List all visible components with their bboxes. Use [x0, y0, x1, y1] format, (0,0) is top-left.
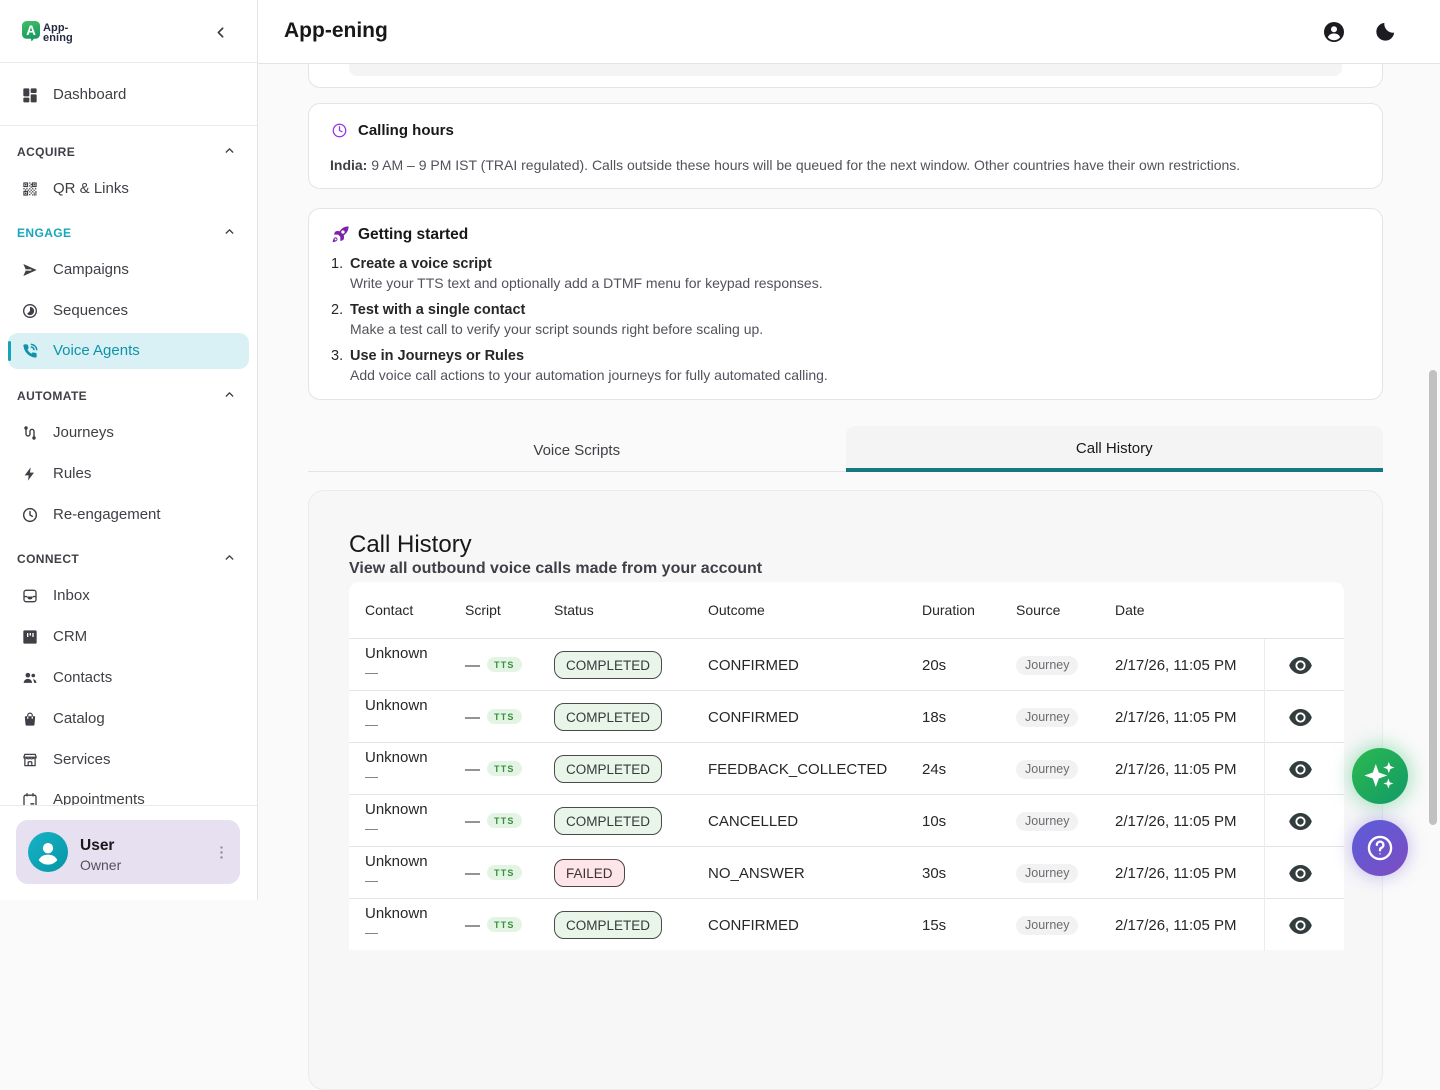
- svg-text:A: A: [26, 23, 36, 38]
